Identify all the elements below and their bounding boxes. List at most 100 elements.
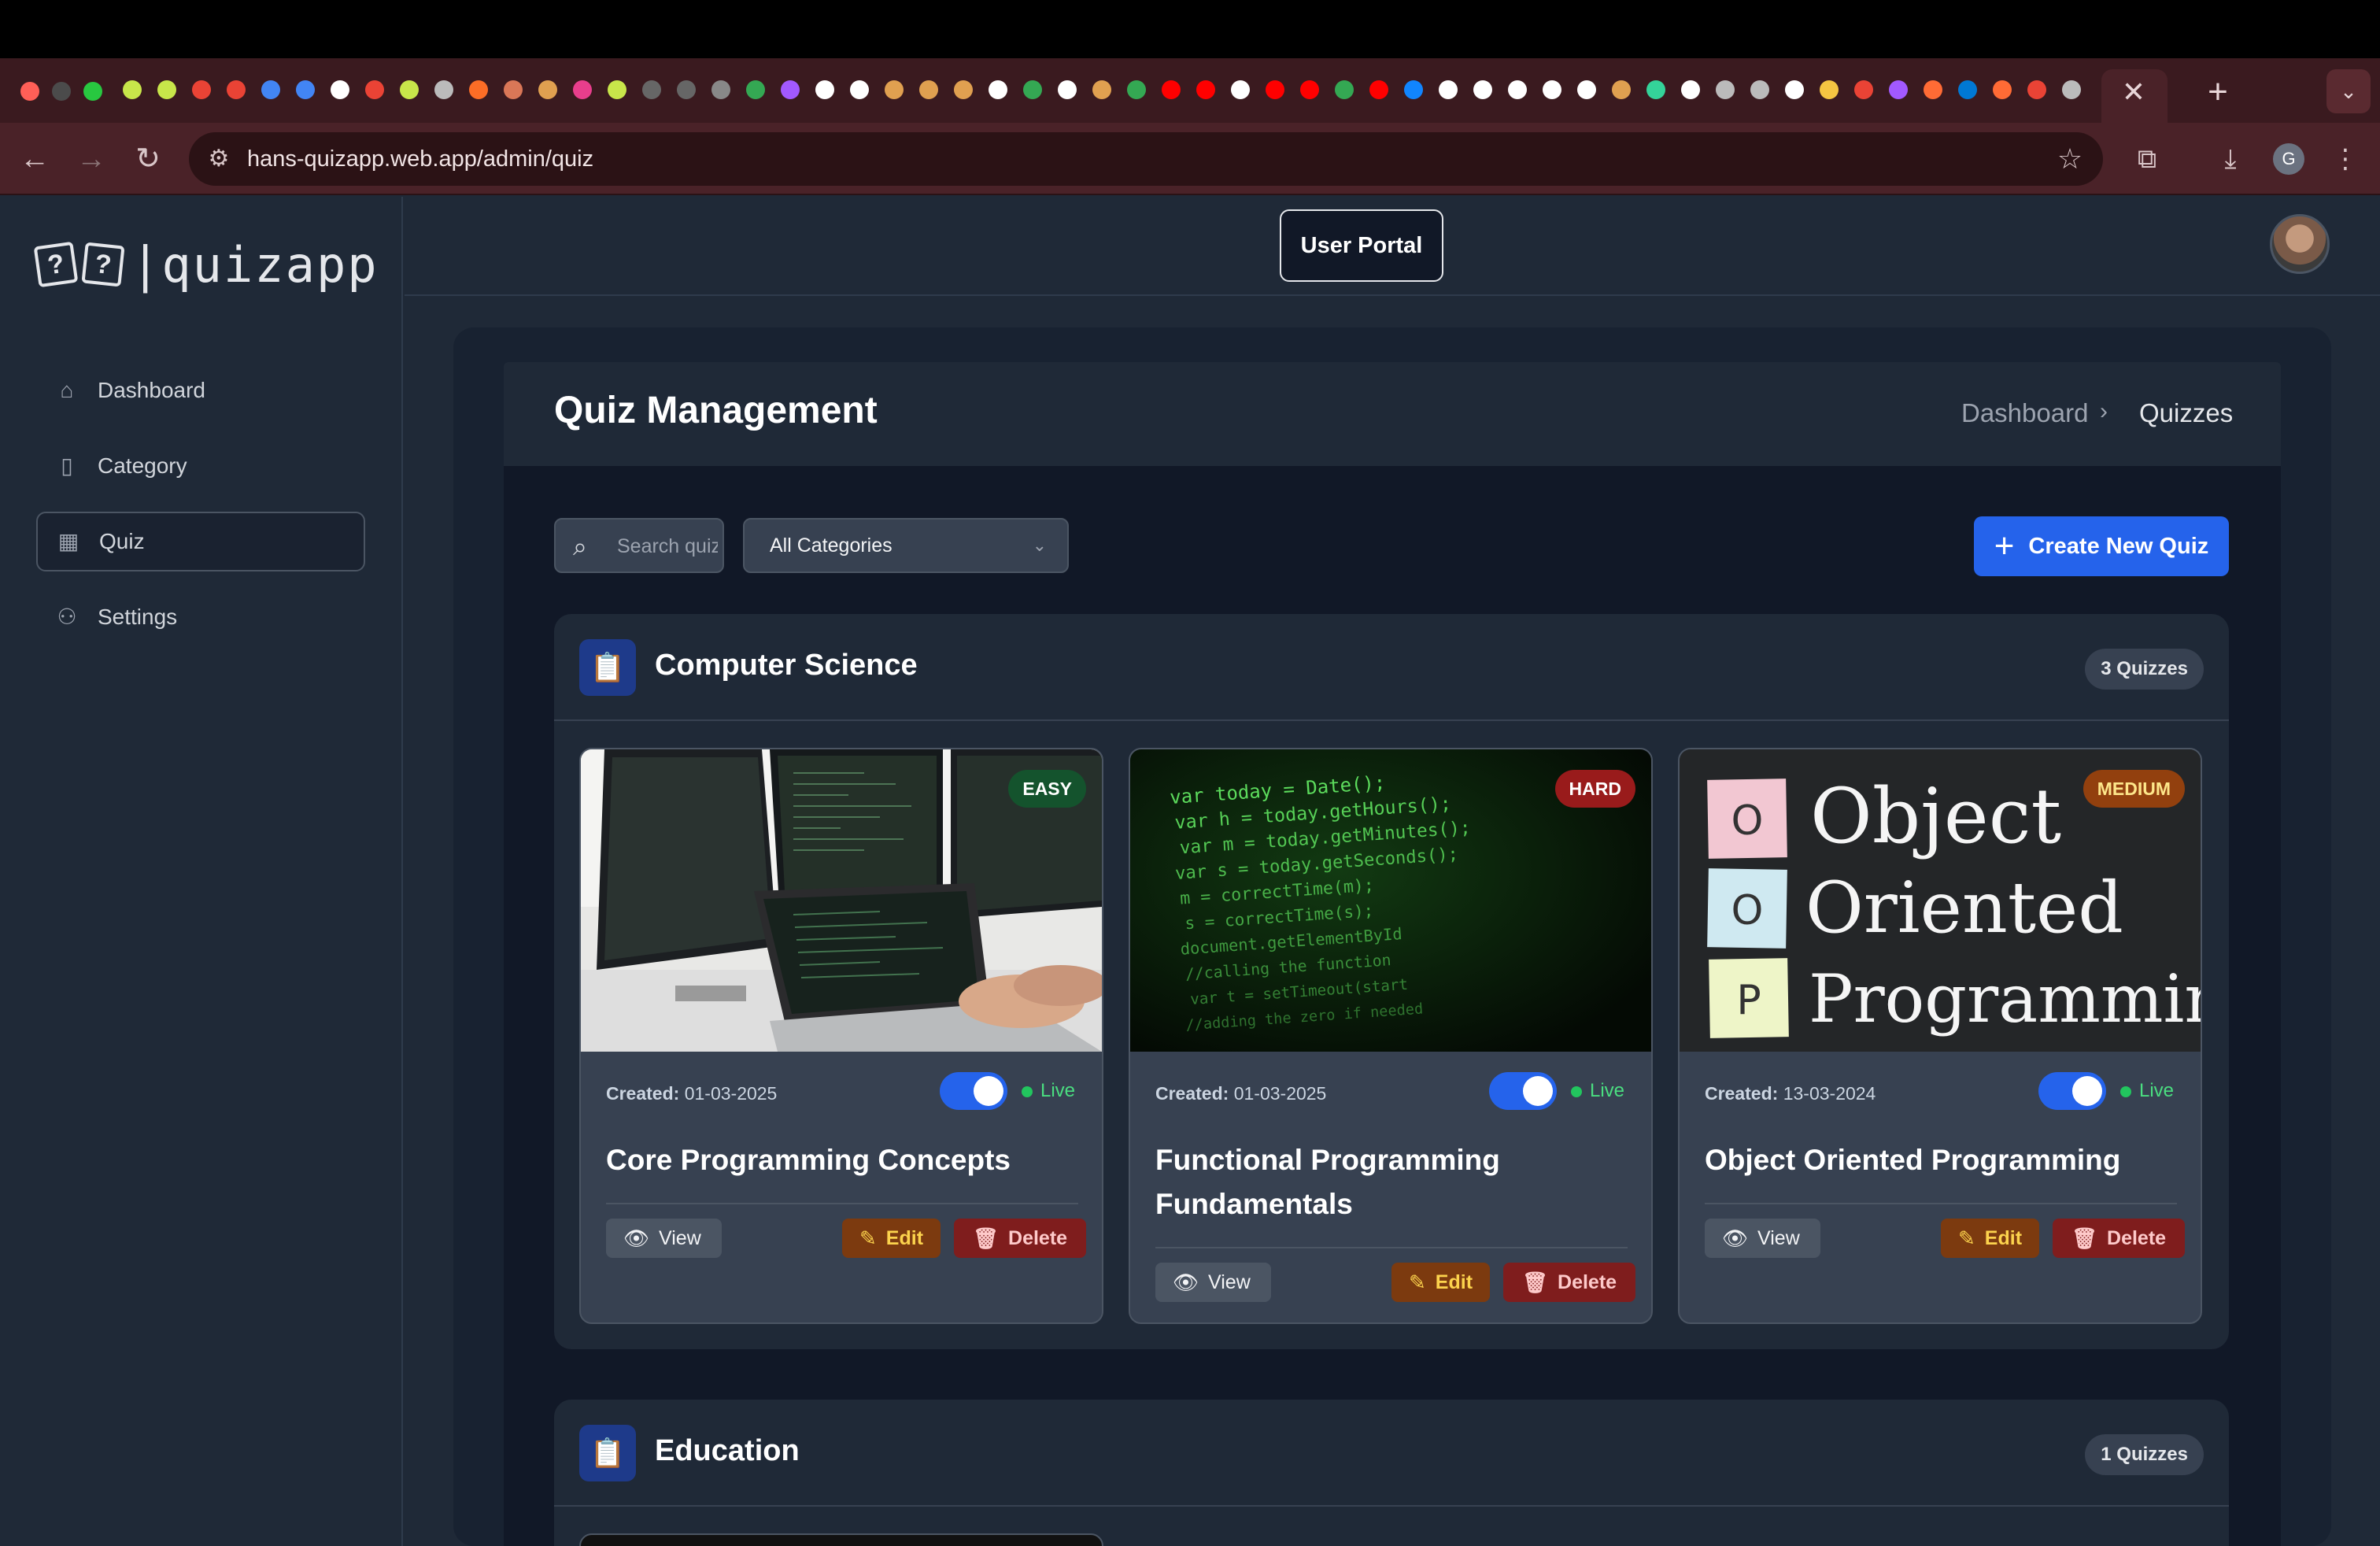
pinned-tab-favicon-icon[interactable]	[1919, 76, 1947, 104]
extensions-icon[interactable]: ⧉	[2127, 139, 2168, 179]
pinned-tab-favicon-icon[interactable]	[1780, 76, 1809, 104]
pinned-tab-favicon-icon[interactable]	[1503, 76, 1532, 104]
search-input[interactable]	[617, 531, 718, 562]
sidebar-item-settings[interactable]: ⚇ Settings	[36, 587, 365, 647]
bookmark-star-icon[interactable]: ☆	[2049, 139, 2090, 179]
live-toggle[interactable]	[940, 1072, 1007, 1110]
pinned-tab-favicon-icon[interactable]	[707, 76, 735, 104]
edit-button[interactable]: ✎ Edit	[842, 1219, 941, 1258]
pinned-tab-favicon-icon[interactable]	[568, 76, 597, 104]
edit-button[interactable]: ✎ Edit	[1941, 1219, 2040, 1258]
new-tab-button[interactable]: +	[2196, 74, 2240, 110]
pinned-tab-favicon-icon[interactable]	[1192, 76, 1220, 104]
delete-button[interactable]: 🗑 Delete	[954, 1219, 1087, 1258]
forward-icon[interactable]: →	[69, 139, 113, 179]
category-filter-select[interactable]: All Categories ⌄	[743, 518, 1069, 573]
pinned-tab-favicon-icon[interactable]	[360, 76, 389, 104]
pinned-tab-favicon-icon[interactable]	[1157, 76, 1185, 104]
browser-menu-icon[interactable]: ⋮	[2325, 139, 2366, 179]
site-info-icon[interactable]: ⚙	[201, 142, 236, 176]
pinned-tab-favicon-icon[interactable]	[534, 76, 562, 104]
pinned-tab-favicon-icon[interactable]	[1953, 76, 1982, 104]
pinned-tab-favicon-icon[interactable]	[1746, 76, 1774, 104]
create-quiz-button[interactable]: + Create New Quiz	[1974, 516, 2229, 576]
pinned-tab-favicon-icon[interactable]	[1988, 76, 2016, 104]
pinned-tab-favicon-icon[interactable]	[2092, 76, 2094, 104]
pinned-tab-favicon-icon[interactable]	[1642, 76, 1670, 104]
pinned-tab-favicon-icon[interactable]	[1365, 76, 1393, 104]
pinned-tab-favicon-icon[interactable]	[1711, 76, 1739, 104]
window-minimize-button[interactable]	[52, 82, 71, 101]
pinned-tab-favicon-icon[interactable]	[603, 76, 631, 104]
pinned-tab-favicon-icon[interactable]	[672, 76, 700, 104]
sidebar-item-dashboard[interactable]: ⌂ Dashboard	[36, 361, 365, 420]
pinned-tab-favicon-icon[interactable]	[1607, 76, 1635, 104]
pinned-tab-favicon-icon[interactable]	[1434, 76, 1462, 104]
pinned-tab-favicon-icon[interactable]	[1399, 76, 1428, 104]
pinned-tab-favicon-icon[interactable]	[430, 76, 458, 104]
delete-button[interactable]: 🗑 Delete	[2053, 1219, 2186, 1258]
breadcrumb-dashboard[interactable]: Dashboard	[1961, 398, 2088, 428]
view-button[interactable]: 👁 View	[1155, 1263, 1271, 1302]
window-close-button[interactable]	[20, 82, 39, 101]
view-button[interactable]: 👁 View	[606, 1219, 722, 1258]
pinned-tab-favicon-icon[interactable]	[1676, 76, 1705, 104]
tab-search-button[interactable]: ⌄	[2326, 69, 2371, 113]
sidebar-item-category[interactable]: ▯ Category	[36, 436, 365, 496]
live-toggle[interactable]	[2038, 1072, 2106, 1110]
pinned-tab-favicon-icon[interactable]	[1330, 76, 1358, 104]
pinned-tab-favicon-icon[interactable]	[1538, 76, 1566, 104]
back-icon[interactable]: ←	[13, 139, 57, 179]
pinned-tab-favicon-icon[interactable]	[741, 76, 770, 104]
pinned-tab-favicon-icon[interactable]	[1053, 76, 1081, 104]
download-icon[interactable]: ⤓	[2210, 139, 2251, 179]
app-logo[interactable]: ? ? |quizapp	[33, 233, 379, 296]
pinned-tab-favicon-icon[interactable]	[187, 76, 216, 104]
pinned-tab-favicon-icon[interactable]	[395, 76, 423, 104]
url-text[interactable]: hans-quizapp.web.app/admin/quiz	[247, 143, 593, 175]
edit-button[interactable]: ✎ Edit	[1391, 1263, 1491, 1302]
reload-icon[interactable]: ↻	[126, 139, 170, 179]
pinned-tab-favicon-icon[interactable]	[1088, 76, 1116, 104]
pinned-tab-favicon-icon[interactable]	[880, 76, 908, 104]
pinned-tab-favicon-icon[interactable]	[811, 76, 839, 104]
pinned-tab-favicon-icon[interactable]	[1850, 76, 1878, 104]
user-portal-button[interactable]: User Portal	[1280, 209, 1443, 282]
plus-icon: +	[1994, 527, 2015, 565]
pinned-tab-favicon-icon[interactable]	[153, 76, 181, 104]
pinned-tab-favicon-icon[interactable]	[845, 76, 874, 104]
pinned-tab-favicon-icon[interactable]	[1261, 76, 1289, 104]
pinned-tab-favicon-icon[interactable]	[291, 76, 320, 104]
pinned-tab-favicon-icon[interactable]	[1469, 76, 1497, 104]
pinned-tab-favicon-icon[interactable]	[638, 76, 666, 104]
pinned-tab-favicon-icon[interactable]	[257, 76, 285, 104]
pinned-tab-favicon-icon[interactable]	[1226, 76, 1255, 104]
profile-avatar[interactable]: G	[2273, 143, 2304, 175]
delete-button[interactable]: 🗑 Delete	[1503, 1263, 1636, 1302]
search-box[interactable]: ⌕	[554, 518, 724, 573]
pinned-tab-favicon-icon[interactable]	[499, 76, 527, 104]
tab-close-icon[interactable]: ✕	[2117, 76, 2150, 109]
pinned-tab-favicon-icon[interactable]	[1122, 76, 1151, 104]
view-button[interactable]: 👁 View	[1705, 1219, 1820, 1258]
pinned-tab-favicon-icon[interactable]	[776, 76, 804, 104]
pinned-tab-favicon-icon[interactable]	[1295, 76, 1324, 104]
window-zoom-button[interactable]	[83, 82, 102, 101]
divider	[1705, 1203, 2177, 1204]
pinned-tab-favicon-icon[interactable]	[949, 76, 978, 104]
pinned-tab-favicon-icon[interactable]	[1572, 76, 1601, 104]
user-avatar[interactable]	[2270, 214, 2330, 274]
pinned-tab-favicon-icon[interactable]	[118, 76, 146, 104]
pinned-tab-favicon-icon[interactable]	[1815, 76, 1843, 104]
sidebar-item-quiz[interactable]: ▦ Quiz	[36, 512, 365, 571]
pinned-tab-favicon-icon[interactable]	[2023, 76, 2051, 104]
pinned-tab-favicon-icon[interactable]	[984, 76, 1012, 104]
pinned-tab-favicon-icon[interactable]	[915, 76, 943, 104]
pinned-tab-favicon-icon[interactable]	[1018, 76, 1047, 104]
pinned-tab-favicon-icon[interactable]	[222, 76, 250, 104]
pinned-tab-favicon-icon[interactable]	[2057, 76, 2086, 104]
live-toggle[interactable]	[1489, 1072, 1557, 1110]
pinned-tab-favicon-icon[interactable]	[1884, 76, 1913, 104]
pinned-tab-favicon-icon[interactable]	[464, 76, 493, 104]
pinned-tab-favicon-icon[interactable]	[326, 76, 354, 104]
